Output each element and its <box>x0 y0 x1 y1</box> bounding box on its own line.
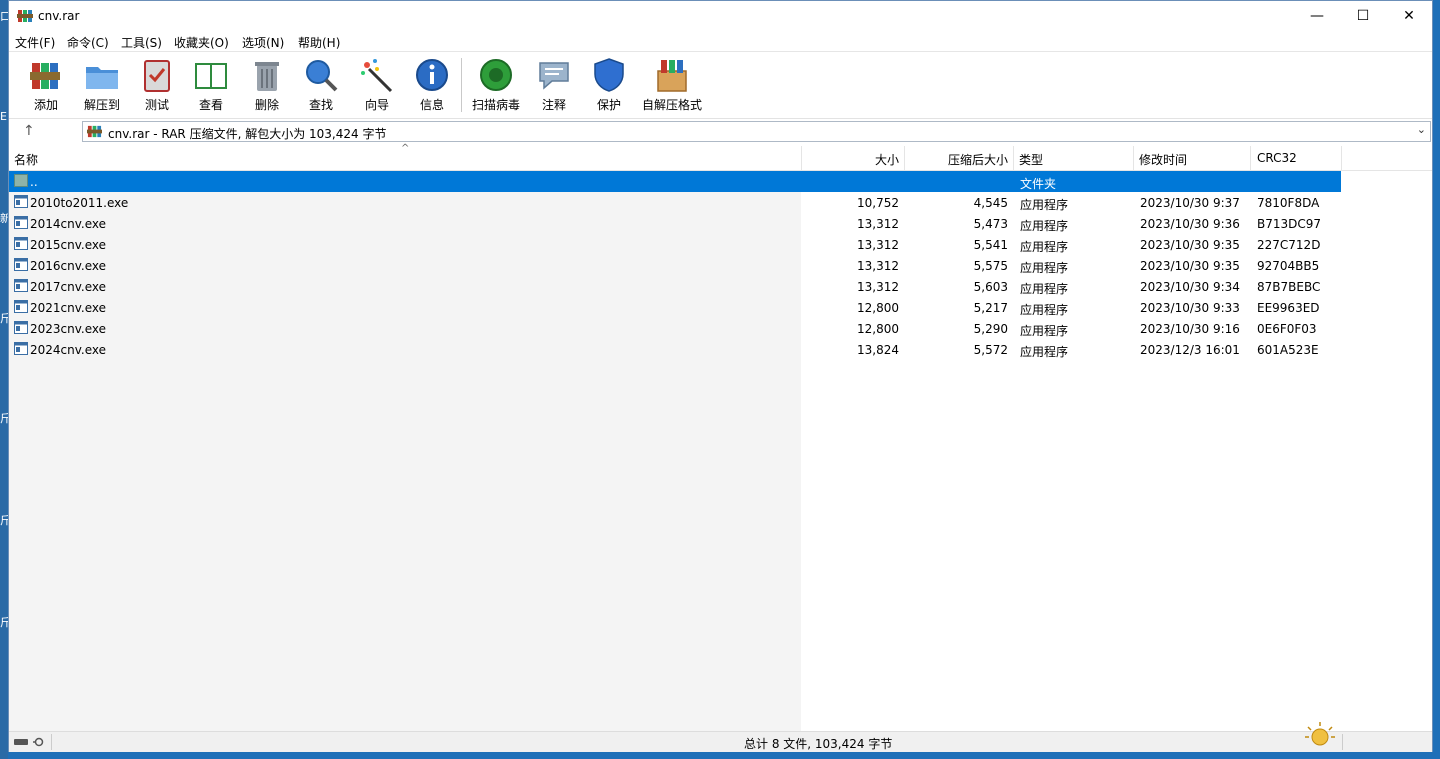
comment-button[interactable]: 注释 <box>536 57 572 115</box>
table-row[interactable]: 2010to2011.exe 10,752 4,545 应用程序 2023/10… <box>9 192 1341 213</box>
folder-extract-icon <box>86 67 118 89</box>
table-row[interactable]: 2015cnv.exe 13,312 5,541 应用程序 2023/10/30… <box>9 234 1341 255</box>
add-button[interactable]: 添加 <box>26 57 66 115</box>
address-row: ↑ cnv.rar - RAR 压缩文件, 解包大小为 103,424 字节 ⌄ <box>9 118 1432 147</box>
minimize-icon[interactable]: — <box>1294 1 1340 31</box>
exe-file-icon <box>14 216 28 229</box>
status-bar: 总计 8 文件, 103,424 字节 <box>9 731 1432 752</box>
column-header-packed[interactable]: 压缩后大小 <box>904 151 1008 168</box>
menu-commands[interactable]: 命令(C) <box>67 34 109 51</box>
extract-to-button[interactable]: 解压到 <box>81 57 123 115</box>
view-button[interactable]: 查看 <box>190 57 232 115</box>
rar-archive-icon <box>87 125 102 138</box>
book-view-icon <box>195 63 227 89</box>
info-icon <box>416 59 448 91</box>
info-button[interactable]: 信息 <box>414 57 450 115</box>
file-list: 名称 ^ 大小 压缩后大小 类型 修改时间 CRC32 .. 文件夹 2010t… <box>9 143 1432 731</box>
table-row[interactable]: 2016cnv.exe 13,312 5,575 应用程序 2023/10/30… <box>9 255 1341 276</box>
winrar-app-icon <box>17 10 33 22</box>
exe-file-icon <box>14 321 28 334</box>
status-summary: 总计 8 文件, 103,424 字节 <box>744 737 893 751</box>
menu-options[interactable]: 选项(N) <box>242 34 284 51</box>
drive-key-icon <box>14 737 44 747</box>
parent-folder-icon <box>14 174 28 187</box>
protect-button[interactable]: 保护 <box>591 57 627 115</box>
exe-file-icon <box>14 195 28 208</box>
menu-tools[interactable]: 工具(S) <box>121 34 162 51</box>
up-folder-icon[interactable]: ↑ <box>23 123 35 139</box>
comment-icon <box>539 62 569 90</box>
window-title: cnv.rar <box>38 9 80 23</box>
column-header-name[interactable]: 名称 <box>14 151 38 168</box>
table-row[interactable]: 2014cnv.exe 13,312 5,473 应用程序 2023/10/30… <box>9 213 1341 234</box>
chevron-down-icon[interactable]: ⌄ <box>1417 123 1426 136</box>
sort-ascending-icon: ^ <box>401 143 410 154</box>
test-clipboard-icon <box>144 60 170 92</box>
list-header: 名称 ^ 大小 压缩后大小 类型 修改时间 CRC32 <box>9 143 1432 171</box>
title-bar: cnv.rar — ☐ ✕ <box>9 1 1432 31</box>
sfx-button[interactable]: 自解压格式 <box>641 57 703 115</box>
menu-help[interactable]: 帮助(H) <box>298 34 340 51</box>
column-header-modified[interactable]: 修改时间 <box>1139 151 1187 168</box>
address-text: cnv.rar - RAR 压缩文件, 解包大小为 103,424 字节 <box>108 127 387 141</box>
test-button[interactable]: 测试 <box>139 57 175 115</box>
close-icon[interactable]: ✕ <box>1386 1 1432 31</box>
column-header-crc[interactable]: CRC32 <box>1257 151 1297 165</box>
desktop-edge: 口 EI 新 斤 斤 斤 斤 <box>0 0 11 759</box>
sfx-box-icon <box>657 60 687 92</box>
toolbar: 添加 解压到 测试 查看 删除 查找 向导 信息 扫描病毒 注释 保护 自解压格… <box>9 51 1432 118</box>
scan-virus-button[interactable]: 扫描病毒 <box>471 57 521 115</box>
magic-wand-icon <box>361 59 393 93</box>
table-row[interactable]: 2023cnv.exe 12,800 5,290 应用程序 2023/10/30… <box>9 318 1341 339</box>
exe-file-icon <box>14 258 28 271</box>
find-button[interactable]: 查找 <box>303 57 339 115</box>
wizard-button[interactable]: 向导 <box>359 57 395 115</box>
menu-bar: 文件(F) 命令(C) 工具(S) 收藏夹(O) 选项(N) 帮助(H) <box>9 31 1432 51</box>
trash-icon <box>255 62 279 91</box>
virus-scan-icon <box>480 59 512 91</box>
menu-file[interactable]: 文件(F) <box>15 34 55 51</box>
delete-button[interactable]: 删除 <box>249 57 285 115</box>
column-header-size[interactable]: 大小 <box>801 151 899 168</box>
address-bar[interactable]: cnv.rar - RAR 压缩文件, 解包大小为 103,424 字节 ⌄ <box>82 121 1431 142</box>
add-archive-icon <box>30 63 60 89</box>
list-row-parent[interactable]: .. 文件夹 <box>9 171 1341 192</box>
exe-file-icon <box>14 279 28 292</box>
winrar-window: cnv.rar — ☐ ✕ 文件(F) 命令(C) 工具(S) 收藏夹(O) 选… <box>8 0 1433 752</box>
exe-file-icon <box>14 342 28 355</box>
table-row[interactable]: 2024cnv.exe 13,824 5,572 应用程序 2023/12/3 … <box>9 339 1341 360</box>
exe-file-icon <box>14 300 28 313</box>
corner-sun-logo-icon <box>1305 722 1335 746</box>
search-icon <box>306 60 338 92</box>
maximize-icon[interactable]: ☐ <box>1340 1 1386 31</box>
table-row[interactable]: 2017cnv.exe 13,312 5,603 应用程序 2023/10/30… <box>9 276 1341 297</box>
menu-favorites[interactable]: 收藏夹(O) <box>174 34 229 51</box>
exe-file-icon <box>14 237 28 250</box>
table-row[interactable]: 2021cnv.exe 12,800 5,217 应用程序 2023/10/30… <box>9 297 1341 318</box>
column-header-type[interactable]: 类型 <box>1019 151 1043 168</box>
toolbar-separator <box>461 58 462 112</box>
shield-icon <box>594 58 624 92</box>
